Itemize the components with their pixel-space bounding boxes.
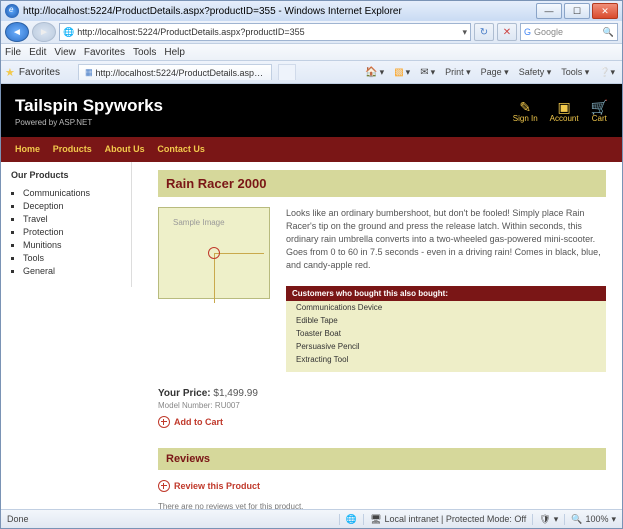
nav-contact[interactable]: Contact Us bbox=[157, 144, 205, 154]
sidebar-item-general[interactable]: General bbox=[23, 266, 123, 276]
powered-by: Powered by ASP.NET bbox=[15, 118, 513, 127]
also-item[interactable]: Toaster Boat bbox=[286, 327, 606, 340]
zoom-icon: 🔍 bbox=[571, 514, 582, 525]
price-value: $1,499.99 bbox=[213, 388, 258, 399]
page-content: Tailspin Spyworks Powered by ASP.NET ✎Si… bbox=[1, 84, 622, 509]
menu-bar: File Edit View Favorites Tools Help bbox=[1, 44, 622, 61]
menu-edit[interactable]: Edit bbox=[29, 47, 46, 58]
reviews-heading: Reviews bbox=[166, 453, 598, 465]
menu-tools[interactable]: Tools bbox=[133, 47, 156, 58]
help-menu[interactable]: ❔▾ bbox=[596, 67, 618, 78]
sidebar-heading: Our Products bbox=[11, 170, 123, 180]
target-icon bbox=[158, 416, 170, 428]
zoom-value: 100% bbox=[585, 514, 608, 524]
status-done: Done bbox=[7, 514, 29, 524]
nav-products[interactable]: Products bbox=[53, 144, 92, 154]
tab-title: http://localhost:5224/ProductDetails.asp… bbox=[95, 68, 265, 78]
nav-home[interactable]: Home bbox=[15, 144, 40, 154]
maximize-button[interactable]: ☐ bbox=[564, 3, 590, 19]
sidebar-item-protection[interactable]: Protection bbox=[23, 227, 123, 237]
feeds-button[interactable]: ▧▾ bbox=[391, 67, 413, 78]
price-label: Your Price: bbox=[158, 388, 213, 399]
zone-icon: 🖥 bbox=[370, 514, 381, 525]
sidebar-item-munitions[interactable]: Munitions bbox=[23, 240, 123, 250]
review-product-link[interactable]: Review this Product bbox=[158, 480, 606, 492]
also-item[interactable]: Edible Tape bbox=[286, 314, 606, 327]
nav-bar: Home Products About Us Contact Us bbox=[1, 137, 622, 162]
sidebar-item-communications[interactable]: Communications bbox=[23, 188, 123, 198]
zone-text: Local intranet | Protected Mode: Off bbox=[385, 514, 527, 524]
address-row: ◄ ► 🌐 http://localhost:5224/ProductDetai… bbox=[1, 21, 622, 44]
product-image: Sample Image bbox=[158, 207, 270, 299]
also-item[interactable]: Communications Device bbox=[286, 301, 606, 314]
address-text: http://localhost:5224/ProductDetails.asp… bbox=[77, 27, 304, 37]
reviews-heading-block: Reviews bbox=[158, 448, 606, 470]
menu-favorites[interactable]: Favorites bbox=[84, 47, 125, 58]
window-title: http://localhost:5224/ProductDetails.asp… bbox=[23, 6, 536, 17]
globe-icon: 🌐 bbox=[63, 27, 74, 38]
signin-link[interactable]: ✎Sign In bbox=[513, 100, 538, 123]
back-button[interactable]: ◄ bbox=[5, 22, 29, 42]
cart-link[interactable]: 🛒Cart bbox=[591, 100, 608, 123]
globe-icon: 🌐 bbox=[346, 514, 357, 525]
titlebar: http://localhost:5224/ProductDetails.asp… bbox=[1, 1, 622, 21]
print-menu[interactable]: Print ▾ bbox=[442, 67, 474, 78]
home-button[interactable]: 🏠▾ bbox=[362, 67, 387, 78]
menu-help[interactable]: Help bbox=[164, 47, 185, 58]
menu-file[interactable]: File bbox=[5, 47, 21, 58]
target-icon bbox=[158, 480, 170, 492]
minimize-button[interactable]: — bbox=[536, 3, 562, 19]
site-brand: Tailspin Spyworks bbox=[15, 96, 513, 116]
search-box[interactable]: GGoogle 🔍 bbox=[520, 23, 618, 41]
browser-tab[interactable]: ▦ http://localhost:5224/ProductDetails.a… bbox=[78, 64, 272, 80]
sidebar: Our Products Communications Deception Tr… bbox=[1, 162, 132, 287]
sidebar-item-tools[interactable]: Tools bbox=[23, 253, 123, 263]
price-block: Your Price: $1,499.99 Model Number: RU00… bbox=[158, 388, 606, 428]
address-bar[interactable]: 🌐 http://localhost:5224/ProductDetails.a… bbox=[59, 23, 471, 41]
sidebar-item-travel[interactable]: Travel bbox=[23, 214, 123, 224]
close-button[interactable]: ✕ bbox=[592, 3, 618, 19]
sample-image-label: Sample Image bbox=[173, 218, 225, 227]
model-value: RU007 bbox=[215, 401, 240, 410]
browser-window: http://localhost:5224/ProductDetails.asp… bbox=[0, 0, 623, 529]
pen-icon: ✎ bbox=[513, 100, 538, 114]
page-menu[interactable]: Page ▾ bbox=[478, 67, 512, 78]
model-label: Model Number: bbox=[158, 401, 215, 410]
zoom-control[interactable]: 🔍100%▾ bbox=[564, 514, 616, 525]
nav-about[interactable]: About Us bbox=[105, 144, 145, 154]
mail-button[interactable]: ✉▾ bbox=[417, 67, 438, 78]
status-bar: Done 🌐 🖥 Local intranet | Protected Mode:… bbox=[1, 509, 622, 528]
target-icon bbox=[208, 247, 220, 259]
forward-button[interactable]: ► bbox=[32, 22, 56, 42]
product-description: Looks like an ordinary bumbershoot, but … bbox=[286, 207, 606, 272]
account-link[interactable]: ▣Account bbox=[550, 100, 579, 123]
account-icon: ▣ bbox=[550, 100, 579, 114]
safety-menu[interactable]: Safety ▾ bbox=[516, 67, 555, 78]
search-provider: Google bbox=[534, 27, 563, 37]
shield-icon[interactable]: 🛡 bbox=[539, 514, 550, 525]
cart-icon: 🛒 bbox=[591, 100, 608, 114]
no-reviews-text: There are no reviews yet for this produc… bbox=[158, 502, 606, 509]
refresh-button[interactable]: ↻ bbox=[474, 23, 494, 41]
address-dropdown-icon[interactable]: ▾ bbox=[462, 27, 467, 38]
also-item[interactable]: Extracting Tool bbox=[286, 353, 606, 366]
stop-button[interactable]: ✕ bbox=[497, 23, 517, 41]
also-bought-box: Customers who bought this also bought: C… bbox=[286, 286, 606, 372]
product-title-block: Rain Racer 2000 bbox=[158, 170, 606, 197]
also-bought-heading: Customers who bought this also bought: bbox=[286, 286, 606, 301]
product-name: Rain Racer 2000 bbox=[166, 176, 598, 191]
menu-view[interactable]: View bbox=[54, 47, 76, 58]
add-to-cart-link[interactable]: Add to Cart bbox=[158, 416, 606, 428]
ie-icon bbox=[5, 4, 19, 18]
main-area: Rain Racer 2000 Sample Image Looks like … bbox=[132, 162, 622, 509]
favorites-row: ★ Favorites ▦ http://localhost:5224/Prod… bbox=[1, 61, 622, 84]
sidebar-item-deception[interactable]: Deception bbox=[23, 201, 123, 211]
star-icon[interactable]: ★ bbox=[5, 66, 15, 79]
new-tab-button[interactable] bbox=[278, 64, 296, 80]
tools-menu[interactable]: Tools ▾ bbox=[558, 67, 592, 78]
favorites-label[interactable]: Favorites bbox=[19, 67, 60, 78]
also-item[interactable]: Persuasive Pencil bbox=[286, 340, 606, 353]
site-header: Tailspin Spyworks Powered by ASP.NET ✎Si… bbox=[1, 84, 622, 137]
